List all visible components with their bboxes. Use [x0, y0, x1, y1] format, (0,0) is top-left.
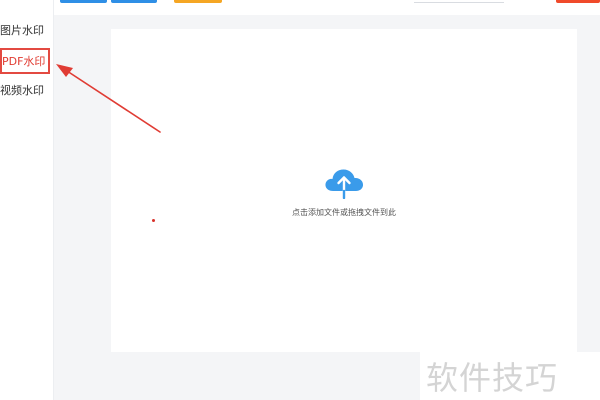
app-window: 图片水印 PDF水印 视频水印 点击添加文件或拖拽文件到此 软件技巧	[0, 0, 600, 400]
upload-hint-text: 点击添加文件或拖拽文件到此	[292, 208, 396, 217]
annotation-dot	[152, 219, 155, 222]
sidebar-item-label: PDF水印	[2, 55, 46, 68]
annotation-arrow-icon	[56, 64, 161, 133]
cloud-upload-icon	[325, 169, 364, 199]
sidebar-item-pdf-watermark[interactable]: PDF水印	[0, 48, 50, 74]
sidebar-item-label: 视频水印	[0, 84, 44, 97]
toolbar-button-1[interactable]	[60, 0, 107, 3]
toolbar	[54, 0, 600, 16]
sidebar-item-video-watermark[interactable]: 视频水印	[0, 80, 53, 102]
toolbar-button-3[interactable]	[174, 0, 222, 3]
sidebar: 图片水印 PDF水印 视频水印	[0, 0, 54, 400]
sidebar-item-image-watermark[interactable]: 图片水印	[0, 20, 53, 42]
sidebar-item-label: 图片水印	[0, 24, 44, 37]
toolbar-button-2[interactable]	[111, 0, 157, 3]
upload-panel: 点击添加文件或拖拽文件到此	[111, 29, 577, 352]
toolbar-button-4[interactable]	[556, 0, 600, 3]
upload-drop-zone[interactable]: 点击添加文件或拖拽文件到此	[111, 29, 577, 352]
toolbar-input[interactable]	[414, 0, 504, 3]
watermark-text: 软件技巧	[426, 359, 559, 397]
